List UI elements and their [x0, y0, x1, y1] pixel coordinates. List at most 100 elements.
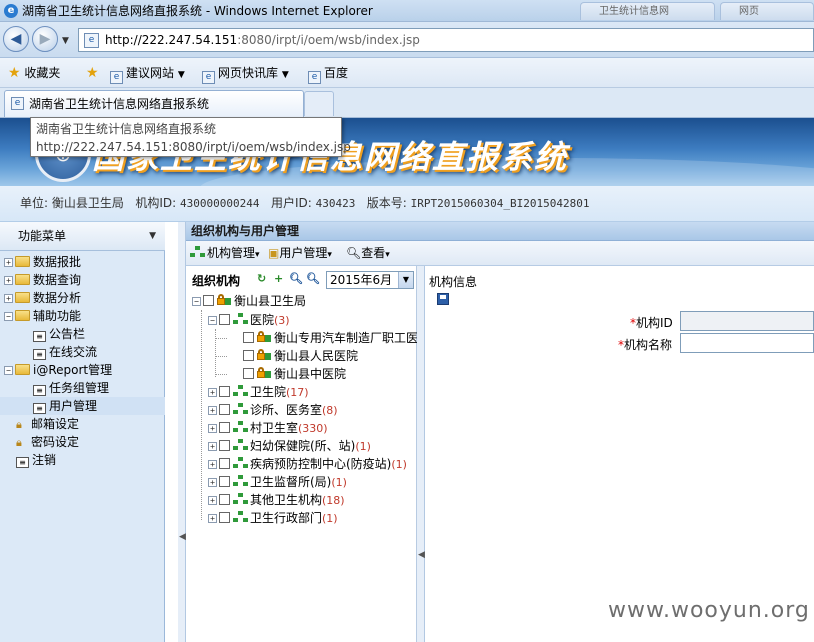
background-tab[interactable]: 卫生统计信息网: [580, 2, 715, 20]
view-menu[interactable]: 🔍︎查看▾: [346, 241, 390, 268]
menu-item-password[interactable]: 🔒︎ 密码设定: [0, 433, 165, 451]
checkbox[interactable]: [243, 350, 254, 361]
favorite-link-suggested[interactable]: e 建议网站 ▼: [110, 58, 185, 90]
tree-node-h3[interactable]: 衡山县中医院: [243, 365, 346, 383]
expand-icon[interactable]: +: [208, 514, 217, 523]
menu-item-mailbox[interactable]: 🔒︎ 邮箱设定: [0, 415, 165, 433]
version-value: IRPT2015060304_BI2015042801: [410, 197, 590, 210]
tree-node-h1[interactable]: 衡山专用汽车制造厂职工医院: [243, 329, 430, 347]
tree-node-cdc[interactable]: + 疾病预防控制中心(防疫站)(1): [208, 455, 407, 473]
tree-node-health-supervision[interactable]: + 卫生监督所(局)(1): [208, 473, 347, 491]
org-tree-icon: [233, 421, 248, 433]
expand-icon[interactable]: +: [208, 388, 217, 397]
chevron-down-icon[interactable]: ▼: [398, 272, 413, 288]
background-tab[interactable]: 网页: [720, 2, 814, 20]
favorite-link-webslice[interactable]: e 网页快讯库 ▼: [202, 58, 289, 90]
menu-item-online-chat[interactable]: ≡ 在线交流: [0, 343, 165, 361]
org-id-field[interactable]: [680, 311, 814, 331]
expand-icon[interactable]: +: [208, 424, 217, 433]
expand-icon[interactable]: +: [4, 294, 13, 303]
tab-strip: e 湖南省卫生统计信息网络直报系统: [0, 88, 814, 118]
menu-item-data-report[interactable]: + 数据报批: [0, 253, 165, 271]
tree-node-village-clinic[interactable]: + 村卫生室(330): [208, 419, 328, 437]
favorite-link-baidu[interactable]: e 百度: [308, 58, 348, 88]
user-management-menu[interactable]: ▣用户管理▾: [268, 241, 332, 268]
expand-icon[interactable]: +: [4, 258, 13, 267]
month-select[interactable]: 2015年6月 ▼: [326, 271, 414, 289]
checkbox[interactable]: [219, 314, 230, 325]
collapse-icon[interactable]: −: [4, 366, 13, 375]
add-icon[interactable]: +: [274, 272, 283, 285]
tree-node-root[interactable]: − 衡山县卫生局: [192, 292, 306, 310]
tab-tooltip: 湖南省卫生统计信息网络直报系统 http://222.247.54.151:80…: [30, 117, 351, 157]
org-management-menu[interactable]: 机构管理▾: [190, 241, 260, 268]
ie-page-icon: e: [11, 97, 24, 110]
tab-active[interactable]: e 湖南省卫生统计信息网络直报系统: [4, 90, 304, 117]
document-icon: ≡: [33, 331, 46, 342]
ie-page-icon: e: [110, 71, 123, 84]
org-tree-icon: [233, 403, 248, 415]
expand-icon[interactable]: +: [208, 478, 217, 487]
menu-item-data-analysis[interactable]: + 数据分析: [0, 289, 165, 307]
checkbox[interactable]: [219, 494, 230, 505]
checkbox[interactable]: [243, 368, 254, 379]
forward-button[interactable]: ▶: [32, 26, 58, 52]
back-button[interactable]: ◀: [3, 26, 29, 52]
collapse-left-icon[interactable]: ◀: [179, 532, 186, 542]
ie-page-icon: e: [308, 71, 321, 84]
address-bar[interactable]: e http://222.247.54.151:8080/irpt/i/oem/…: [78, 28, 814, 52]
collapse-icon[interactable]: −: [208, 316, 217, 325]
tree-node-township-hospital[interactable]: + 卫生院(17): [208, 383, 309, 401]
menu-item-auxiliary[interactable]: − 辅助功能: [0, 307, 165, 325]
tree-node-maternal-child[interactable]: + 妇幼保健院(所、站)(1): [208, 437, 371, 455]
menu-item-ireport-admin[interactable]: − i@Report管理: [0, 361, 165, 379]
expand-icon[interactable]: +: [208, 442, 217, 451]
favorites-button[interactable]: ★ 收藏夹: [8, 58, 60, 88]
add-favorite-icon[interactable]: ★: [86, 58, 99, 88]
checkbox[interactable]: [219, 440, 230, 451]
tree-node-clinic[interactable]: + 诊所、医务室(8): [208, 401, 338, 419]
new-tab-button[interactable]: [304, 91, 334, 116]
search-icon[interactable]: 🔍︎: [289, 272, 303, 285]
tree-node-other-health[interactable]: + 其他卫生机构(18): [208, 491, 345, 509]
refresh-icon[interactable]: ↻: [257, 272, 266, 285]
menu-item-bulletin[interactable]: ≡ 公告栏: [0, 325, 165, 343]
menu-item-user-management[interactable]: ≡ 用户管理: [0, 397, 165, 415]
tree-node-health-admin[interactable]: + 卫生行政部门(1): [208, 509, 338, 527]
menu-item-task-group[interactable]: ≡ 任务组管理: [0, 379, 165, 397]
menu-item-data-query[interactable]: + 数据查询: [0, 271, 165, 289]
chevron-down-icon[interactable]: ▼: [149, 222, 156, 251]
checkbox[interactable]: [219, 422, 230, 433]
expand-icon[interactable]: +: [208, 496, 217, 505]
checkbox[interactable]: [219, 386, 230, 397]
search-advanced-icon[interactable]: 🔍︎: [306, 272, 320, 285]
folder-icon: [15, 292, 30, 303]
checkbox[interactable]: [219, 458, 230, 469]
collapse-icon[interactable]: −: [4, 312, 13, 321]
collapse-icon[interactable]: −: [192, 297, 201, 306]
expand-icon[interactable]: +: [208, 460, 217, 469]
checkbox[interactable]: [219, 512, 230, 523]
org-name-field[interactable]: [680, 333, 814, 353]
menu-header[interactable]: 功能菜单 ▼: [0, 222, 165, 251]
menu-item-logout[interactable]: ≡ 注销: [0, 451, 165, 469]
lock-icon: 🔒︎: [16, 436, 22, 449]
left-splitter[interactable]: ◀: [178, 222, 186, 642]
tree-node-h2[interactable]: 衡山县人民医院: [243, 347, 358, 365]
checkbox[interactable]: [219, 476, 230, 487]
checkbox[interactable]: [203, 295, 214, 306]
middle-splitter[interactable]: ◀: [417, 266, 425, 642]
expand-icon[interactable]: +: [208, 406, 217, 415]
save-icon[interactable]: [437, 293, 449, 305]
checkbox[interactable]: [243, 332, 254, 343]
org-tree-icon: [233, 475, 248, 487]
folder-icon: [15, 274, 30, 285]
collapse-left-icon[interactable]: ◀: [418, 550, 425, 560]
main-toolbar: 机构管理▾ ▣用户管理▾ 🔍︎查看▾: [186, 241, 814, 266]
org-info-pane: 机构信息 *机构ID *机构名称: [425, 266, 814, 642]
expand-icon[interactable]: +: [4, 276, 13, 285]
checkbox[interactable]: [219, 404, 230, 415]
history-dropdown-icon[interactable]: ▼: [62, 36, 69, 46]
user-info-bar: 单位: 衡山县卫生局 机构ID: 430000000244 用户ID: 4304…: [0, 186, 814, 222]
tree-node-hospital[interactable]: − 医院(3): [208, 311, 290, 329]
